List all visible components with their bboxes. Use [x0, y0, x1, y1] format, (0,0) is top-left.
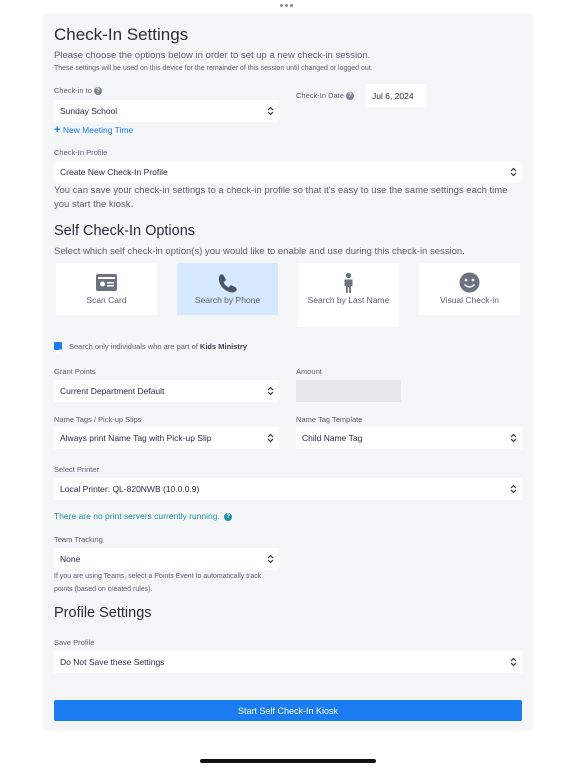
checkin-to-label: Check-in to?: [54, 86, 102, 96]
save-profile-value: Do Not Save these Settings: [60, 657, 165, 667]
help-icon[interactable]: ?: [224, 512, 233, 521]
save-profile-label: Save Profile: [54, 638, 95, 647]
team-tracking-label: Team Tracking: [54, 535, 103, 544]
search-only-checkbox[interactable]: [54, 342, 62, 354]
search-only-label: Search only individuals who are part of …: [69, 342, 248, 351]
chevron-updown-icon: [267, 554, 274, 564]
help-icon[interactable]: ?: [93, 87, 102, 96]
grant-points-select[interactable]: Current Department Default: [54, 380, 279, 402]
amount-input[interactable]: [296, 380, 401, 402]
plus-icon: +: [54, 124, 61, 136]
checkin-date-value: Jul 6, 2024: [372, 90, 414, 101]
page-intro: Please choose the options below in order…: [54, 50, 371, 61]
window-grabber[interactable]: [280, 4, 296, 10]
print-server-notice: There are no print servers currently run…: [54, 511, 233, 521]
new-meeting-time-link[interactable]: + New Meeting Time: [54, 124, 133, 136]
option-search-by-last-name[interactable]: Search by Last Name: [298, 263, 399, 327]
save-profile-select[interactable]: Do Not Save these Settings: [54, 651, 522, 673]
name-tags-value: Always print Name Tag with Pick-up Slip: [60, 433, 212, 443]
checkin-date-field[interactable]: Jul 6, 2024: [366, 84, 426, 107]
team-tracking-help-line2: points (based on created rules).: [54, 586, 153, 593]
checkin-to-select[interactable]: Sunday School: [54, 100, 279, 122]
checkin-date-label: Check-In Date?: [296, 91, 354, 101]
name-tags-select[interactable]: Always print Name Tag with Pick-up Slip: [54, 427, 279, 449]
select-printer-label: Select Printer: [54, 465, 100, 474]
grant-points-value: Current Department Default: [60, 386, 165, 396]
phone-icon: [218, 274, 237, 293]
name-tags-label: Name Tags / Pick-up Slips: [54, 415, 142, 424]
chevron-updown-icon: [267, 106, 274, 116]
group-name: Kids Ministry: [199, 342, 248, 351]
name-tag-template-label: Name Tag Template: [296, 415, 363, 424]
help-icon[interactable]: ?: [345, 92, 354, 101]
option-label: Search by Last Name: [307, 295, 390, 305]
chevron-updown-icon: [510, 433, 517, 443]
option-visual-checkin[interactable]: Visual Check-in: [419, 263, 520, 315]
name-tag-template-select[interactable]: Child Name Tag: [296, 427, 522, 449]
grant-points-label: Grant Points: [54, 367, 96, 376]
smiley-face-icon: [459, 272, 480, 293]
start-kiosk-button[interactable]: Start Self Check-In Kiosk: [54, 700, 522, 721]
checkin-profile-value: Create New Check-In Profile: [60, 167, 168, 177]
page-title: Check-In Settings: [54, 25, 189, 44]
team-tracking-select[interactable]: None: [54, 548, 279, 570]
home-indicator[interactable]: [200, 759, 376, 763]
chevron-updown-icon: [510, 657, 517, 667]
option-search-by-phone[interactable]: Search by Phone: [177, 263, 278, 315]
option-scan-card[interactable]: Scan Card: [56, 263, 157, 315]
name-tag-template-value: Child Name Tag: [302, 433, 363, 443]
checkin-profile-select[interactable]: Create New Check-In Profile: [54, 161, 522, 183]
checkin-profile-label: Check-In Profile: [54, 148, 108, 157]
page-intro-note: These settings will be used on this devi…: [54, 65, 373, 72]
id-card-icon: [96, 274, 117, 291]
team-tracking-help-line1: If you are using Teams, select a Points …: [54, 573, 262, 580]
self-checkin-intro: Select which self check-in option(s) you…: [54, 246, 465, 257]
option-label: Scan Card: [86, 295, 127, 305]
checkin-to-value: Sunday School: [60, 106, 118, 116]
team-tracking-value: None: [60, 554, 81, 564]
printer-value: Local Printer: QL-820NWB (10.0.0.9): [60, 484, 200, 494]
printer-select[interactable]: Local Printer: QL-820NWB (10.0.0.9): [54, 478, 522, 500]
option-label: Visual Check-in: [440, 295, 499, 305]
self-checkin-title: Self Check-In Options: [54, 223, 196, 239]
checkmark-icon: [55, 348, 61, 354]
person-icon: [344, 272, 353, 293]
chevron-updown-icon: [267, 386, 274, 396]
checkin-profile-help: You can save your check-in settings to a…: [54, 185, 508, 210]
option-label: Search by Phone: [194, 295, 261, 305]
profile-settings-title: Profile Settings: [54, 605, 152, 621]
chevron-updown-icon: [510, 484, 517, 494]
amount-label: Amount: [296, 367, 322, 376]
chevron-updown-icon: [510, 167, 517, 177]
chevron-updown-icon: [267, 433, 274, 443]
